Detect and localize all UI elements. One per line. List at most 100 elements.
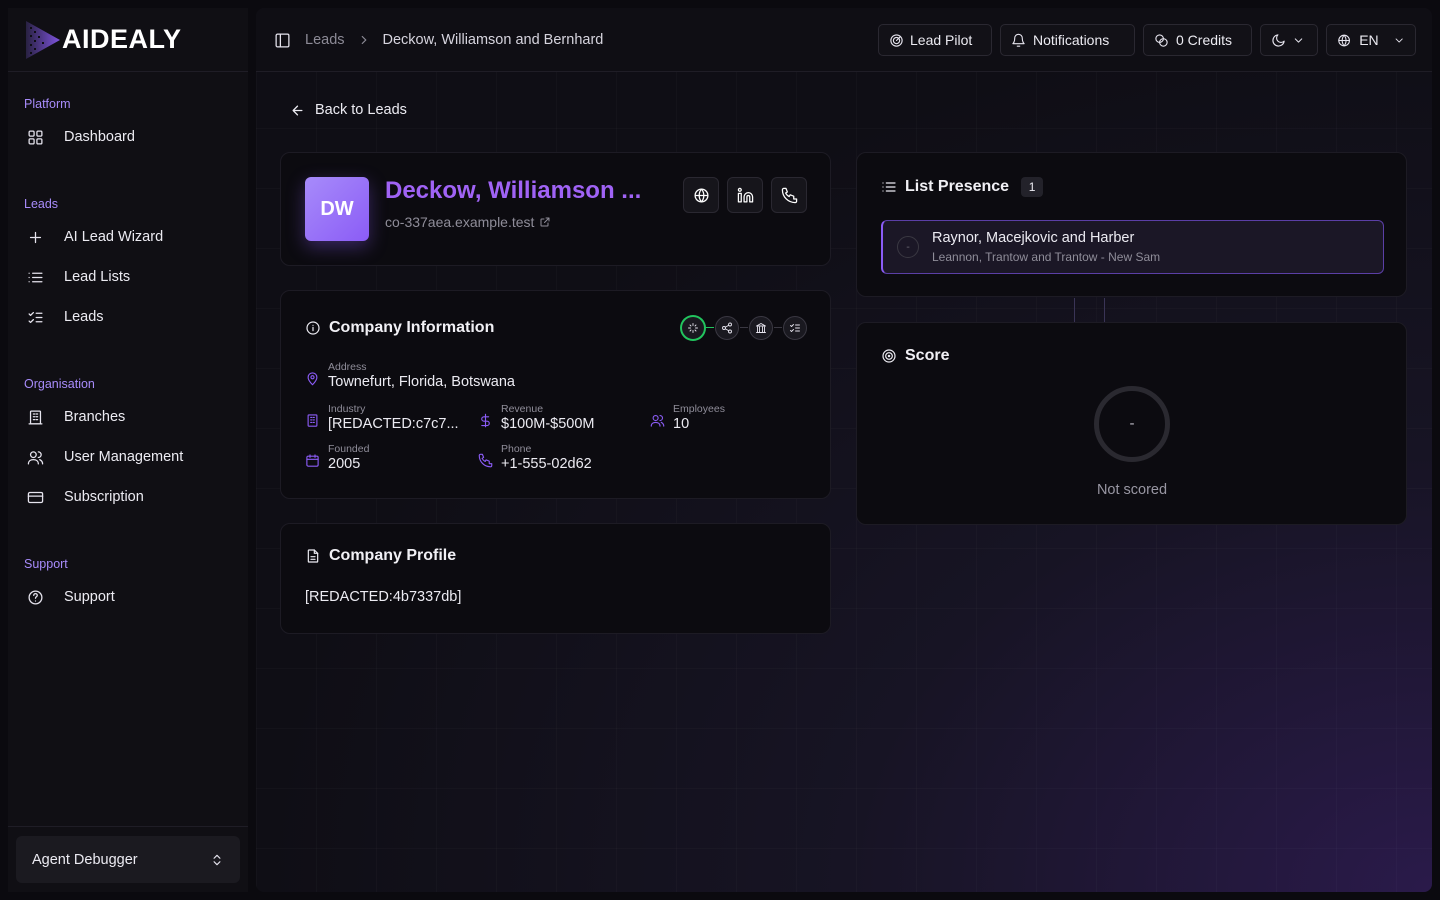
step-connector: [774, 327, 782, 328]
list-presence-title: List Presence 1: [881, 177, 1044, 197]
agent-switcher[interactable]: Agent Debugger: [16, 836, 240, 883]
sidebar: AIDEALY Platform Dashboard Leads AI Lead…: [8, 8, 248, 892]
back-to-leads-link[interactable]: Back to Leads: [290, 102, 407, 118]
credits-button[interactable]: 0 Credits: [1143, 24, 1252, 56]
external-link-icon: [540, 217, 550, 227]
linkedin-button[interactable]: [727, 177, 763, 213]
notifications-button[interactable]: Notifications: [1000, 24, 1135, 56]
moon-icon: [1272, 33, 1285, 47]
company-profile-text: [REDACTED:4b7337db]: [305, 589, 462, 605]
sidebar-item-label: Support: [64, 589, 115, 605]
sidebar-item-leads[interactable]: Leads: [16, 299, 240, 335]
linkedin-icon: [737, 187, 753, 203]
sidebar-toggle-icon[interactable]: [274, 32, 291, 49]
section-support: Support: [24, 557, 68, 571]
building-icon: [26, 408, 44, 426]
step-connector: [740, 327, 748, 328]
sidebar-footer: Agent Debugger: [8, 826, 248, 892]
logo[interactable]: AIDEALY: [8, 8, 248, 72]
landmark-icon: [756, 323, 766, 333]
sidebar-item-label: AI Lead Wizard: [64, 229, 164, 245]
sidebar-item-ai-lead-wizard[interactable]: AI Lead Wizard: [16, 219, 240, 255]
employees-value: 10: [673, 416, 690, 432]
enrichment-step-share[interactable]: [715, 316, 739, 340]
sidebar-item-label: User Management: [64, 449, 184, 465]
sparkles-icon: [688, 323, 698, 333]
phone-label: Phone: [501, 443, 532, 455]
phone-value: +1-555-02d62: [501, 456, 592, 472]
list-item-subtitle: Leannon, Trantow and Trantow - New Sam: [932, 250, 1161, 264]
address-label: Address: [328, 361, 367, 373]
phone-button[interactable]: [771, 177, 807, 213]
theme-toggle[interactable]: [1260, 24, 1318, 56]
list-presence-card: List Presence 1 - Raynor, Macejkovic and…: [856, 152, 1407, 297]
sidebar-item-user-management[interactable]: User Management: [16, 439, 240, 475]
breadcrumb: Leads Deckow, Williamson and Bernhard: [274, 8, 603, 72]
credit-card-icon: [26, 488, 44, 506]
chevron-down-icon: [1395, 37, 1403, 43]
sidebar-item-label: Dashboard: [64, 129, 135, 145]
section-platform: Platform: [24, 97, 71, 111]
globe-icon: [1338, 34, 1350, 46]
main-content: Leads Deckow, Williamson and Bernhard Le…: [256, 8, 1432, 892]
file-text-icon: [307, 549, 319, 563]
list-icon: [882, 182, 896, 192]
score-title-text: Score: [905, 347, 950, 364]
list-presence-count: 1: [1021, 177, 1044, 197]
sidebar-item-branches[interactable]: Branches: [16, 399, 240, 435]
language-label: EN: [1359, 32, 1379, 48]
radar-icon: [890, 33, 903, 47]
enrichment-step-ai[interactable]: [681, 316, 705, 340]
sidebar-item-label: Lead Lists: [64, 269, 131, 285]
agent-label: Agent Debugger: [32, 851, 138, 868]
company-information-title-text: Company Information: [329, 319, 495, 336]
revenue-field: Revenue $100M-$500M: [478, 403, 595, 432]
list-presence-title-text: List Presence: [905, 178, 1010, 195]
chevrons-up-down-icon: [213, 854, 221, 865]
dollar-icon: [481, 413, 490, 428]
sidebar-item-label: Leads: [64, 309, 104, 325]
lead-domain-link[interactable]: co-337aea.example.test: [385, 214, 551, 230]
top-bar: Leads Deckow, Williamson and Bernhard Le…: [256, 8, 1432, 72]
company-profile-card: Company Profile [REDACTED:4b7337db]: [280, 523, 831, 634]
chevron-right-icon: [361, 35, 367, 45]
lead-pilot-button[interactable]: Lead Pilot: [878, 24, 992, 56]
section-leads: Leads: [24, 197, 59, 211]
brand-name: AIDEALY: [62, 24, 182, 54]
list-item[interactable]: - Raynor, Macejkovic and Harber Leannon,…: [881, 220, 1384, 274]
grid-icon: [26, 128, 44, 146]
step-connector: [706, 327, 714, 328]
help-circle-icon: [26, 588, 44, 606]
bell-icon: [1012, 33, 1025, 47]
founded-label: Founded: [328, 443, 370, 455]
list-checks-icon: [790, 324, 800, 332]
map-pin-icon: [307, 372, 318, 386]
sidebar-item-lead-lists[interactable]: Lead Lists: [16, 259, 240, 295]
company-information-title: Company Information: [305, 319, 494, 337]
back-label: Back to Leads: [315, 102, 407, 118]
language-select[interactable]: EN: [1326, 24, 1416, 56]
lead-header-card: DW Deckow, Williamson ... co-337aea.exam…: [280, 152, 831, 266]
company-profile-title-text: Company Profile: [329, 547, 457, 564]
logo-mark-icon: [26, 20, 60, 59]
info-icon: [306, 321, 320, 335]
divider: [1074, 298, 1075, 322]
users-icon: [26, 448, 44, 466]
sidebar-item-label: Branches: [64, 409, 126, 425]
breadcrumb-leads[interactable]: Leads: [305, 32, 345, 48]
plus-icon: [26, 228, 44, 246]
breadcrumb-current: Deckow, Williamson and Bernhard: [382, 32, 604, 48]
score-ring: -: [1094, 386, 1170, 462]
enrichment-step-checklist[interactable]: [783, 316, 807, 340]
lead-pilot-label: Lead Pilot: [910, 32, 973, 48]
website-button[interactable]: [683, 177, 719, 213]
sidebar-item-dashboard[interactable]: Dashboard: [16, 119, 240, 155]
sidebar-item-support[interactable]: Support: [16, 579, 240, 615]
lead-name: Deckow, Williamson ...: [385, 177, 642, 204]
enrichment-step-bank[interactable]: [749, 316, 773, 340]
employees-field: Employees 10: [650, 403, 725, 432]
lead-domain: co-337aea.example.test: [385, 214, 535, 230]
section-organisation: Organisation: [24, 377, 95, 391]
phone-icon: [781, 187, 797, 203]
sidebar-item-subscription[interactable]: Subscription: [16, 479, 240, 515]
